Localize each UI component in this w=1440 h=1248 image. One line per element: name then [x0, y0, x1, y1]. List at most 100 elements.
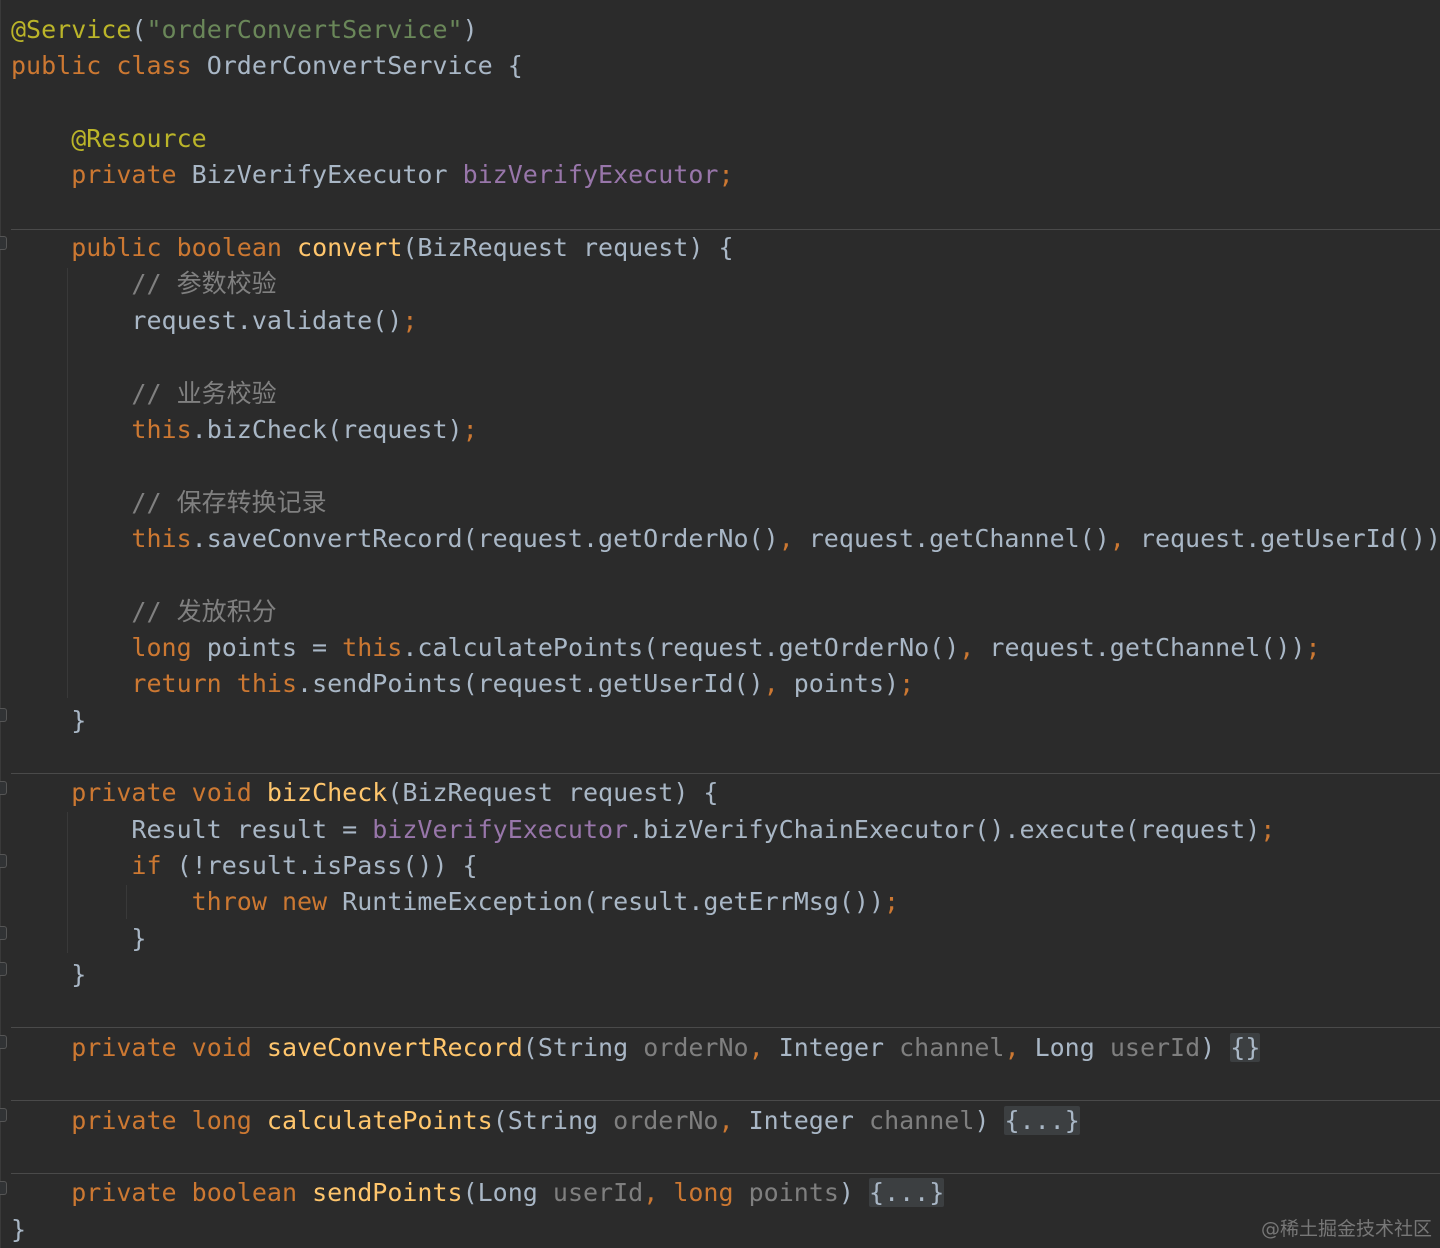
keyword: boolean: [176, 233, 282, 263]
code-text: .bizCheck(request): [191, 414, 463, 444]
code-line[interactable]: public boolean convert(BizRequest reques…: [11, 230, 733, 266]
code-line[interactable]: throw new RuntimeException(result.getErr…: [11, 884, 899, 920]
code-line[interactable]: Result result = bizVerifyExecutor.bizVer…: [11, 812, 1275, 848]
keyword: this: [131, 523, 192, 553]
code-line[interactable]: }: [11, 957, 86, 993]
code-line[interactable]: // 业务校验: [11, 376, 277, 412]
code-line[interactable]: this.bizCheck(request);: [11, 412, 478, 448]
folded-block[interactable]: {}: [1230, 1032, 1261, 1062]
code-line[interactable]: // 参数校验: [11, 266, 277, 302]
code-text: (: [131, 15, 147, 44]
editor-gutter-edge: [0, 0, 1, 1248]
keyword: void: [191, 778, 252, 808]
code-editor[interactable]: @Service("orderConvertService") public cl…: [0, 0, 1440, 1248]
code-text: .saveConvertRecord(request.getOrderNo(): [191, 523, 779, 553]
method-name: bizCheck: [266, 778, 388, 808]
fold-toggle-icon[interactable]: [0, 708, 7, 722]
fold-toggle-icon[interactable]: [0, 1035, 7, 1049]
code-line[interactable]: request.validate();: [11, 303, 417, 339]
keyword: this: [131, 414, 192, 444]
keyword: this: [236, 669, 298, 699]
code-line[interactable]: this.saveConvertRecord(request.getOrderN…: [11, 521, 1440, 557]
code-text: ): [838, 1178, 870, 1208]
code-text: (String: [492, 1105, 614, 1135]
code-text: }: [11, 705, 87, 735]
code-line[interactable]: @Resource: [11, 121, 207, 157]
comment: // 参数校验: [131, 269, 277, 299]
keyword: private: [71, 160, 177, 190]
code-text: points): [778, 669, 900, 699]
fold-toggle-icon[interactable]: [0, 236, 7, 250]
fold-toggle-icon[interactable]: [0, 1108, 7, 1122]
keyword: private: [71, 778, 177, 808]
code-line[interactable]: }: [11, 921, 146, 957]
code-line[interactable]: // 发放积分: [11, 594, 276, 630]
code-text: points =: [191, 632, 343, 662]
fold-toggle-icon[interactable]: [0, 926, 7, 940]
code-line[interactable]: return this.sendPoints(request.getUserId…: [11, 666, 914, 702]
keyword: long: [131, 632, 192, 662]
code-text: (BizRequest request) {: [387, 778, 719, 808]
code-line[interactable]: private long calculatePoints(String orde…: [11, 1103, 1080, 1139]
keyword: ;: [402, 305, 418, 335]
keyword: new: [281, 887, 328, 917]
keyword: ;: [462, 414, 478, 444]
code-line[interactable]: // 保存转换记录: [11, 485, 327, 521]
method-name: convert: [297, 233, 403, 263]
code-line[interactable]: private BizVerifyExecutor bizVerifyExecu…: [11, 157, 734, 193]
code-line[interactable]: public class OrderConvertService {: [11, 48, 523, 84]
folded-block[interactable]: {...}: [869, 1178, 945, 1208]
keyword: ,: [1109, 523, 1125, 553]
field-name: bizVerifyExecutor: [372, 814, 629, 844]
keyword: public: [11, 51, 102, 81]
comment: // 保存转换记录: [131, 487, 327, 517]
code-text: Long: [1019, 1032, 1110, 1062]
keyword: long: [673, 1178, 734, 1208]
code-line[interactable]: private void saveConvertRecord(String or…: [11, 1030, 1261, 1066]
code-text: (!result.isPass()) {: [161, 851, 478, 881]
code-line[interactable]: }: [11, 703, 86, 739]
comment: // 业务校验: [131, 378, 277, 408]
fold-toggle-icon[interactable]: [0, 854, 7, 868]
code-line[interactable]: if (!result.isPass()) {: [11, 848, 478, 884]
parameter-name: channel: [899, 1032, 1005, 1062]
keyword: ;: [884, 887, 900, 917]
code-text: .bizVerifyChainExecutor().execute(reques…: [628, 814, 1261, 844]
keyword: ;: [718, 160, 734, 190]
code-text: request.getUserId()): [1124, 523, 1440, 553]
code-text: OrderConvertService {: [191, 51, 523, 81]
field-name: bizVerifyExecutor: [462, 160, 719, 190]
fold-toggle-icon[interactable]: [0, 781, 7, 795]
keyword: ,: [748, 1032, 764, 1062]
annotation: @Resource: [71, 124, 207, 154]
code-line[interactable]: }: [11, 1212, 26, 1248]
fold-toggle-icon[interactable]: [0, 1181, 7, 1195]
code-line[interactable]: private void bizCheck(BizRequest request…: [11, 775, 718, 811]
code-line[interactable]: long points = this.calculatePoints(reque…: [11, 630, 1320, 666]
keyword: return: [131, 669, 222, 699]
keyword: public: [71, 233, 162, 263]
folded-block[interactable]: {...}: [1004, 1105, 1080, 1135]
code-text: (String: [522, 1032, 644, 1062]
fold-toggle-icon[interactable]: [0, 962, 7, 976]
code-text: (Long: [462, 1178, 553, 1208]
code-text: Integer: [733, 1105, 870, 1135]
code-line[interactable]: private boolean sendPoints(Long userId, …: [11, 1175, 945, 1211]
code-line[interactable]: @Service("orderConvertService"): [11, 12, 478, 48]
